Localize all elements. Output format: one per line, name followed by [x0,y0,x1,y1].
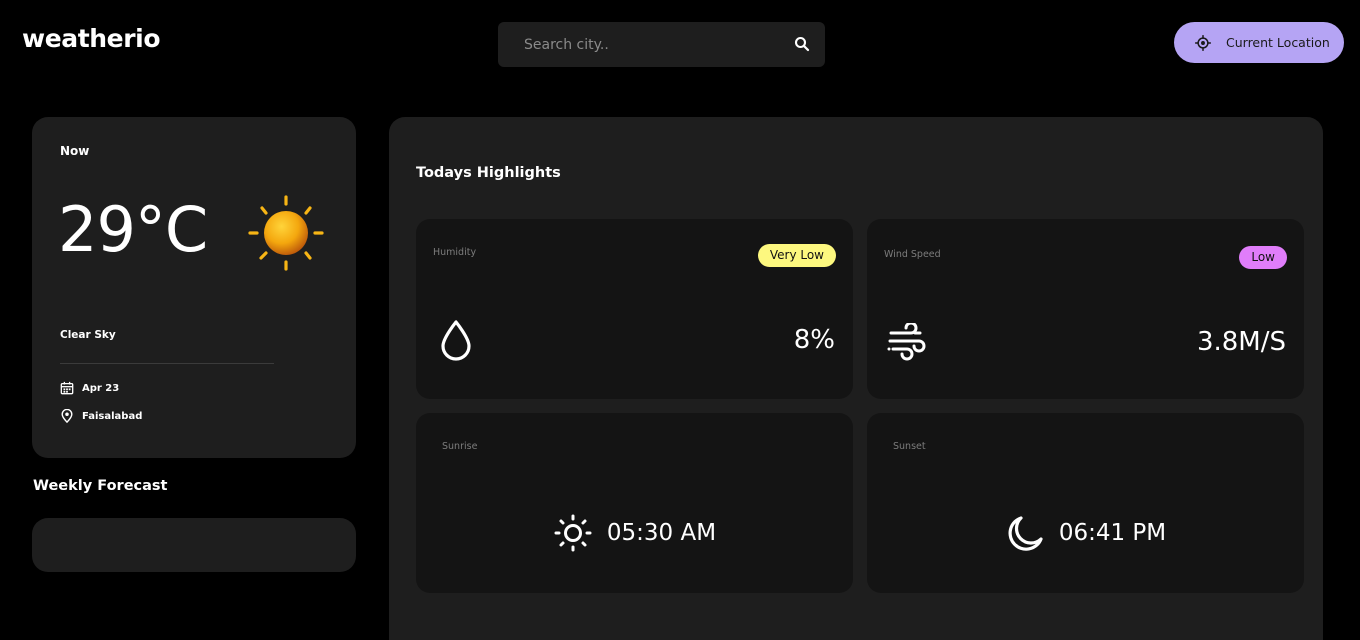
current-location-label: Current Location [1226,35,1330,50]
sunset-card: Sunset 06:41 PM [867,413,1304,593]
divider [60,363,274,364]
current-location-button[interactable]: Current Location [1174,22,1344,63]
todays-highlights-panel: Todays Highlights Humidity Very Low 8% W… [389,117,1323,640]
temperature: 29°C [58,193,208,266]
crosshair-icon [1195,34,1211,51]
app-logo: weatherio [22,24,161,53]
location-pin-icon [61,409,73,423]
humidity-badge: Very Low [757,244,836,267]
search-bar [498,22,825,67]
humidity-value: 8% [793,325,835,355]
date-row: Apr 23 [60,381,119,395]
sunrise-icon [554,514,592,552]
now-title: Now [60,144,90,158]
moon-icon [1008,516,1043,551]
highlights-title: Todays Highlights [416,165,561,181]
sunset-value: 06:41 PM [1058,520,1167,546]
wind-speed-badge: Low [1239,246,1287,269]
location-text: Faisalabad [82,410,143,422]
sun-icon [248,195,324,271]
weekly-forecast-card [32,518,356,572]
wind-icon [887,323,926,361]
humidity-label: Humidity [433,247,477,258]
current-weather-card: Now 29°C Clear Sky Apr 23 Faisalabad [32,117,356,458]
humidity-card: Humidity Very Low 8% [416,219,853,399]
date-text: Apr 23 [82,382,120,394]
search-input[interactable] [498,22,778,67]
search-icon[interactable] [793,35,811,53]
water-drop-icon [441,320,471,361]
weekly-forecast-title: Weekly Forecast [33,478,168,494]
calendar-icon [60,381,74,395]
sunrise-card: Sunrise 05:30 AM [416,413,853,593]
sunset-row: 06:41 PM [867,513,1304,553]
sunset-label: Sunset [893,441,926,452]
sunrise-label: Sunrise [442,441,478,452]
sunrise-row: 05:30 AM [416,513,853,553]
location-row: Faisalabad [60,409,142,423]
weather-description: Clear Sky [60,329,116,341]
wind-speed-card: Wind Speed Low 3.8M/S [867,219,1304,399]
wind-speed-value: 3.8M/S [1196,327,1286,357]
wind-speed-label: Wind Speed [884,249,941,260]
sunrise-value: 05:30 AM [606,520,717,546]
